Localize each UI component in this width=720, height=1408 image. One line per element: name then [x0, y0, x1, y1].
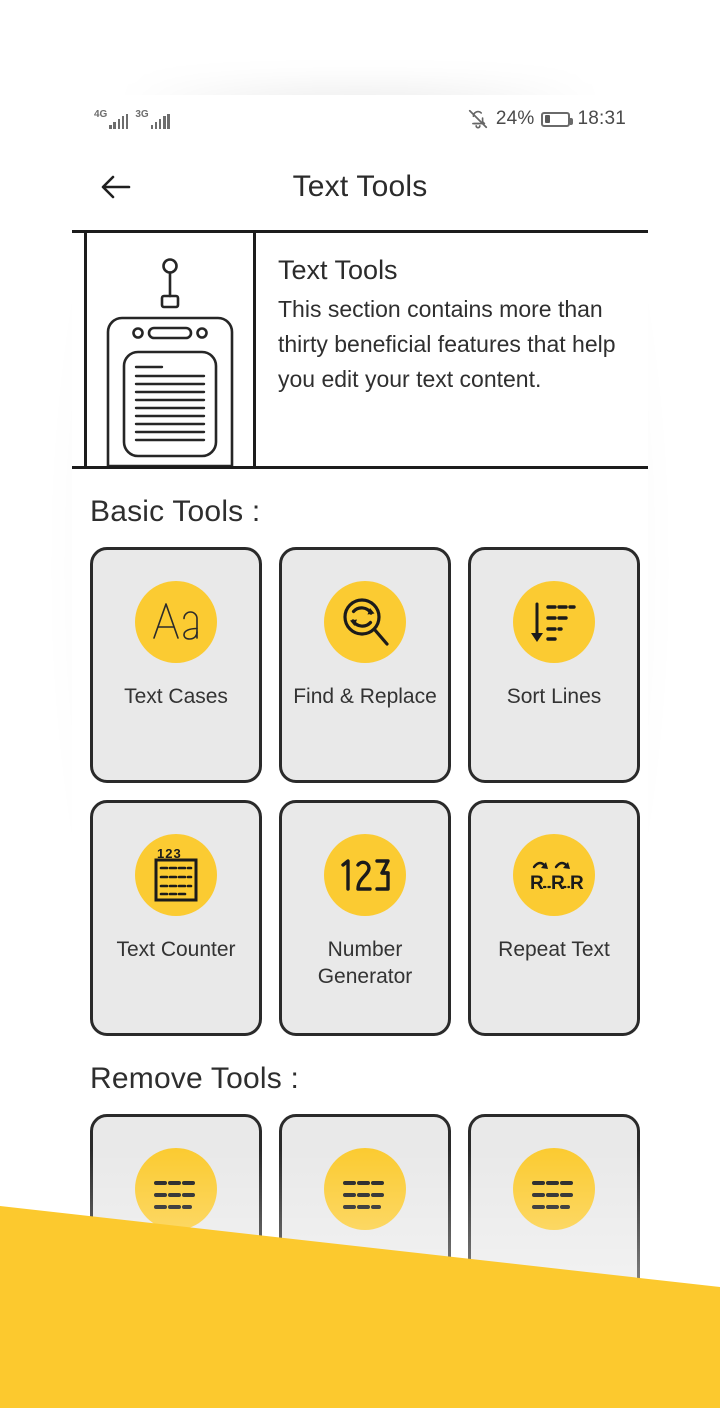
tool-card-remove-1[interactable]: [90, 1114, 262, 1294]
section-title-remove-tools: Remove Tools :: [90, 1062, 300, 1095]
sort-lines-down-arrow-icon-wrap: [506, 574, 602, 670]
banner-text-block: Text Tools This section contains more th…: [256, 233, 648, 466]
status-bar-left: 4G 3G: [94, 108, 170, 129]
tool-card-text-counter[interactable]: 123 Text Counter: [90, 800, 262, 1036]
repeat-text-rrr-icon-wrap: R R R: [506, 827, 602, 923]
battery-icon: [541, 111, 573, 127]
tool-card-find-replace[interactable]: Find & Replace: [279, 547, 451, 783]
network-type-label: 4G: [94, 108, 108, 120]
signal-indicator-4g: 4G: [94, 108, 129, 129]
bell-muted-icon: [468, 109, 487, 129]
page-title: Text Tools: [292, 169, 428, 203]
signal-bars-icon: [109, 113, 129, 129]
remove-lines-icon: [324, 1148, 406, 1230]
svg-text:R: R: [570, 873, 584, 894]
signal-bars-icon: [150, 113, 170, 129]
banner-illustration-frame: [84, 233, 256, 466]
text-counter-document-icon-wrap: 123: [128, 827, 224, 923]
tools-content: Basic Tools : Text Cases Find & Replace …: [72, 469, 648, 1294]
phone-screen: 4G 3G 24% 18:31 Text Tools Text Tools Th…: [72, 95, 648, 1294]
status-bar: 4G 3G 24% 18:31: [72, 95, 648, 143]
svg-text:R: R: [530, 873, 544, 894]
find-replace-magnifier-icon: [324, 581, 406, 663]
signal-indicator-3g: 3G: [135, 108, 170, 129]
tool-card-sort-lines[interactable]: Sort Lines: [468, 547, 640, 783]
remove-lines-icon: [513, 1148, 595, 1230]
tool-card-remove-2[interactable]: [279, 1114, 451, 1294]
section-title-basic-tools: Basic Tools :: [90, 495, 261, 528]
battery-fill: [544, 115, 551, 123]
svg-text:R: R: [551, 873, 565, 894]
banner-description: This section contains more than thirty b…: [278, 296, 616, 392]
back-button[interactable]: [94, 165, 138, 209]
remove-lines-icon-wrap: [317, 1141, 413, 1237]
sort-lines-down-arrow-icon: [513, 581, 595, 663]
clock-label: 18:31: [577, 108, 626, 129]
tool-card-repeat-text[interactable]: R R R Repeat Text: [468, 800, 640, 1036]
battery-percent-label: 24%: [495, 108, 535, 129]
remove-lines-icon-wrap: [128, 1141, 224, 1237]
tool-card-number-generator[interactable]: Number Generator: [279, 800, 451, 1036]
tool-card-remove-3[interactable]: [468, 1114, 640, 1294]
tool-card-text-cases[interactable]: Text Cases: [90, 547, 262, 783]
tool-card-label: Text Cases: [124, 685, 228, 708]
tool-card-label: Find & Replace: [293, 685, 437, 708]
find-replace-magnifier-icon-wrap: [317, 574, 413, 670]
info-banner: Text Tools This section contains more th…: [72, 233, 648, 469]
app-bar: Text Tools: [72, 143, 648, 233]
text-cases-aa-icon: [135, 581, 217, 663]
basic-tools-grid: Text Cases Find & Replace Sort Lines 123…: [72, 547, 648, 1036]
repeat-text-rrr-icon: R R R: [513, 834, 595, 916]
remove-lines-icon-wrap: [506, 1141, 602, 1237]
network-type-label: 3G: [135, 108, 149, 120]
number-123-icon-wrap: [317, 827, 413, 923]
remove-tools-grid: [72, 1114, 648, 1294]
status-bar-right: 24% 18:31: [467, 108, 626, 130]
tool-card-label: Text Counter: [116, 938, 236, 961]
tool-card-label: Repeat Text: [498, 938, 610, 961]
tool-card-label: Sort Lines: [506, 685, 602, 708]
banner-title: Text Tools: [278, 255, 398, 285]
number-123-icon: [324, 834, 406, 916]
tool-card-label: Number Generator: [317, 938, 413, 988]
text-cases-aa-icon-wrap: [128, 574, 224, 670]
text-counter-document-icon: 123: [135, 834, 217, 916]
radio-document-icon: [106, 258, 234, 466]
remove-lines-icon: [135, 1148, 217, 1230]
arrow-left-icon: [101, 175, 131, 198]
screenshot-root: 4G 3G 24% 18:31 Text Tools Text Tools Th…: [0, 0, 720, 1408]
